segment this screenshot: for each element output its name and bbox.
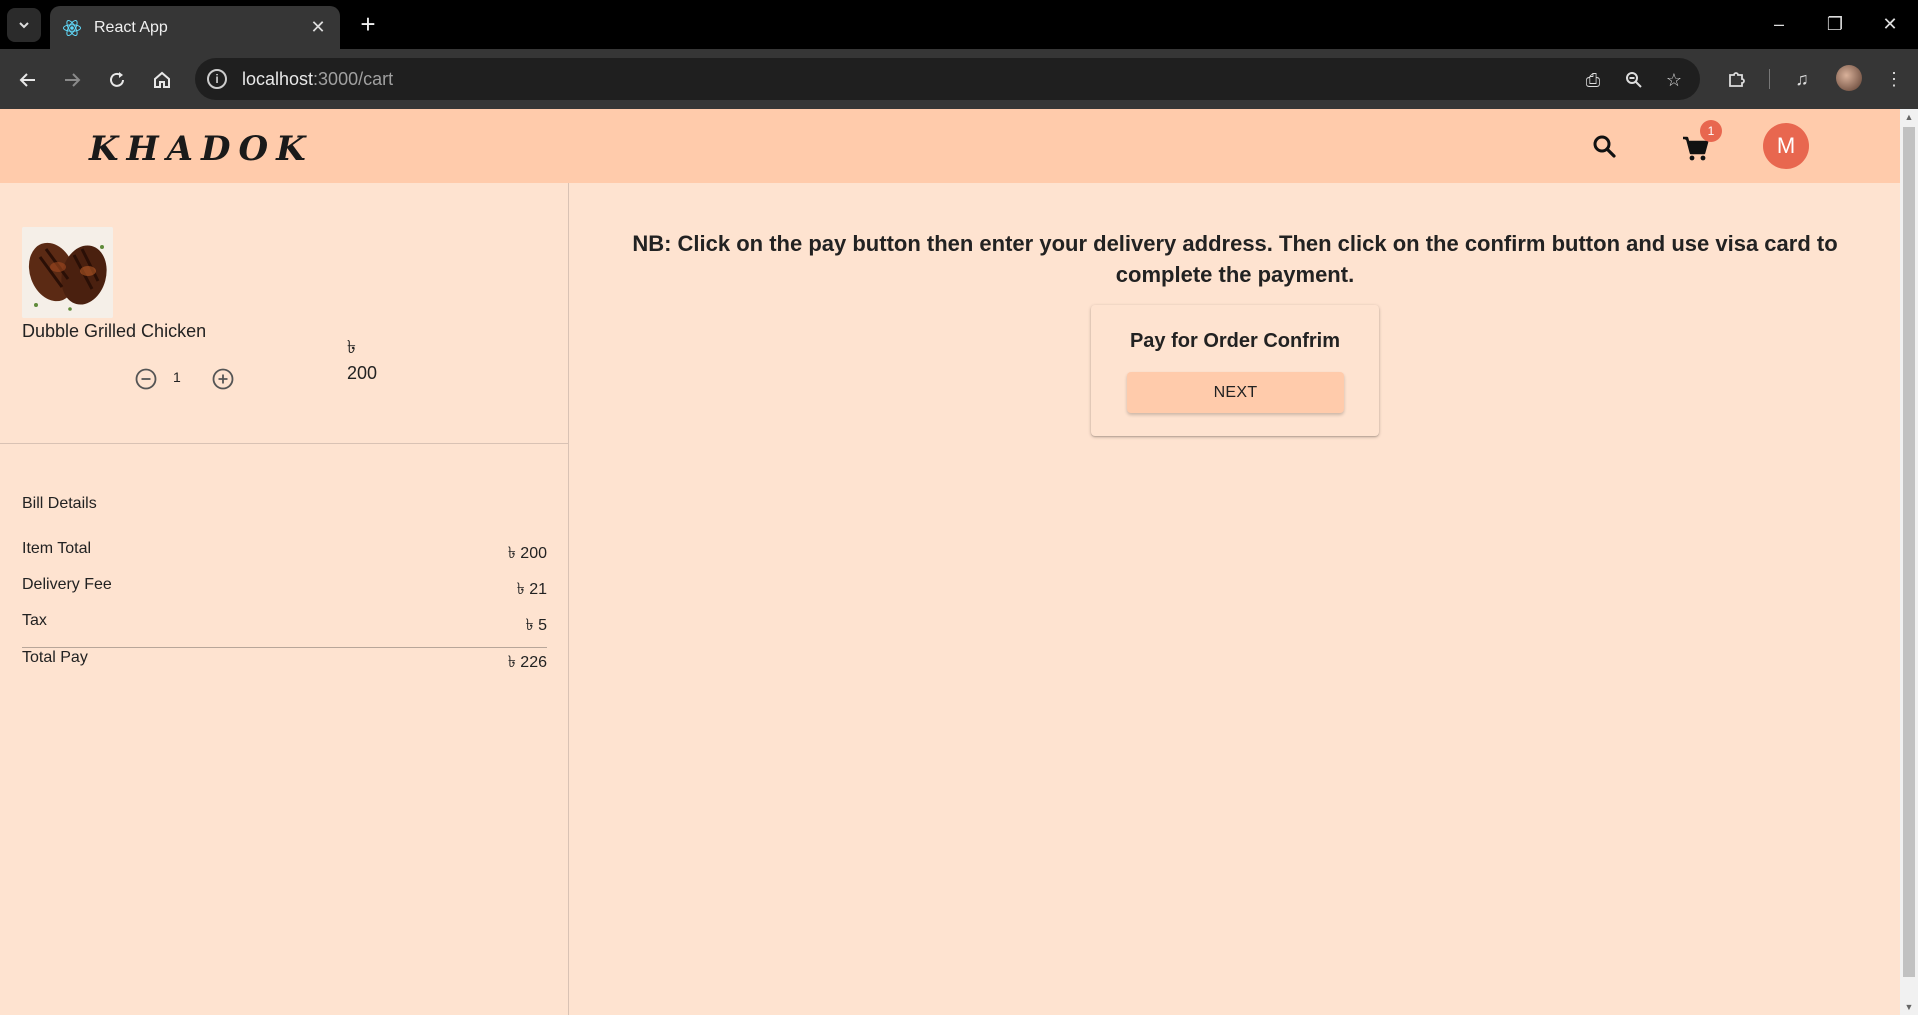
reload-icon (110, 72, 124, 87)
bill-label: Delivery Fee (22, 576, 112, 593)
currency-symbol: ৳ (347, 337, 356, 357)
bill-row-delivery-fee: Delivery Fee ৳ 21 (22, 576, 547, 603)
info-icon[interactable]: i (207, 69, 227, 89)
payment-instructions: NB: Click on the pay button then enter y… (632, 231, 1838, 287)
payment-card: Pay for Order Confrim NEXT (1091, 305, 1379, 436)
toolbar-divider (1769, 69, 1770, 89)
cart-count-badge: 1 (1700, 120, 1722, 142)
site-header: KHADOK 1 M (0, 109, 1900, 183)
section-divider (0, 443, 569, 444)
decrease-quantity-button[interactable] (134, 367, 158, 391)
bill-value: ৳ 5 (525, 617, 547, 634)
zoom-out-icon[interactable] (1621, 67, 1647, 93)
bill-value: ৳ 200 (507, 545, 547, 562)
bill-label: Total Pay (22, 649, 88, 666)
bill-label: Item Total (22, 540, 92, 557)
bill-value: ৳ 226 (507, 654, 547, 671)
total-divider (22, 647, 547, 648)
scroll-up-arrow[interactable]: ▲ (1900, 109, 1918, 125)
arrow-right-icon (65, 73, 81, 87)
tab-search-button[interactable] (7, 8, 41, 42)
next-button[interactable]: NEXT (1127, 372, 1344, 413)
bill-value: ৳ 21 (516, 581, 547, 598)
bill-row-item-total: Item Total ৳ 200 (22, 540, 547, 567)
payment-panel: NB: Click on the pay button then enter y… (570, 183, 1900, 1015)
install-app-icon[interactable]: ⎙ (1580, 67, 1606, 93)
chevron-down-icon (19, 22, 29, 29)
search-icon[interactable] (1590, 132, 1620, 162)
star-icon[interactable]: ☆ (1661, 67, 1687, 93)
quantity-value: 1 (173, 369, 181, 385)
site-logo[interactable]: KHADOK (89, 129, 314, 169)
new-tab-button[interactable]: + (353, 10, 383, 40)
user-avatar[interactable]: M (1763, 123, 1809, 169)
puzzle-icon[interactable] (1722, 64, 1752, 94)
arrow-left-icon (19, 73, 35, 87)
bill-row-tax: Tax ৳ 5 (22, 612, 547, 639)
minimize-button[interactable]: – (1759, 8, 1799, 40)
food-image (22, 227, 113, 318)
web-page: KHADOK 1 M Dubble Grilled Chicken 1 ৳ 20… (0, 109, 1900, 1015)
payment-card-title: Pay for Order Confrim (1129, 330, 1341, 352)
url-path: :3000/cart (313, 69, 394, 89)
plus-circle-icon (212, 368, 234, 390)
increase-quantity-button[interactable] (211, 367, 235, 391)
react-icon (62, 18, 82, 38)
bill-row-total-pay: Total Pay ৳ 226 (22, 649, 547, 676)
home-button[interactable] (146, 64, 178, 96)
page-scrollbar[interactable]: ▲ ▼ (1900, 109, 1918, 1015)
url-host: localhost (242, 69, 314, 89)
media-icon[interactable]: ♫ (1787, 64, 1817, 94)
scrollbar-thumb[interactable] (1903, 127, 1915, 977)
profile-avatar[interactable] (1836, 65, 1862, 91)
close-icon[interactable]: ✕ (308, 17, 328, 38)
address-bar[interactable]: i localhost:3000/cart ⎙ ☆ (195, 58, 1700, 100)
browser-toolbar: i localhost:3000/cart ⎙ ☆ ♫ ⋮ (0, 49, 1918, 109)
window-close-button[interactable]: ✕ (1870, 8, 1910, 40)
bill-label: Tax (22, 612, 47, 629)
minus-circle-icon (135, 368, 157, 390)
scroll-down-arrow[interactable]: ▼ (1900, 999, 1918, 1015)
restore-button[interactable]: ❐ (1815, 8, 1855, 40)
back-button[interactable] (12, 64, 44, 96)
url-text[interactable]: localhost:3000/cart (242, 69, 393, 90)
kebab-menu-icon[interactable]: ⋮ (1879, 64, 1909, 94)
browser-tab[interactable]: React App ✕ (50, 6, 340, 49)
cart-panel: Dubble Grilled Chicken 1 ৳ 200 Bill Deta… (0, 183, 569, 1015)
bill-details-title: Bill Details (22, 495, 97, 512)
browser-tab-bar: React App ✕ + – ❐ ✕ (0, 0, 1918, 49)
item-name: Dubble Grilled Chicken (22, 321, 207, 341)
reload-button[interactable] (101, 64, 133, 96)
forward-button[interactable] (56, 64, 88, 96)
item-price: 200 (347, 363, 378, 383)
home-icon (154, 71, 170, 88)
tab-title: React App (94, 18, 168, 36)
